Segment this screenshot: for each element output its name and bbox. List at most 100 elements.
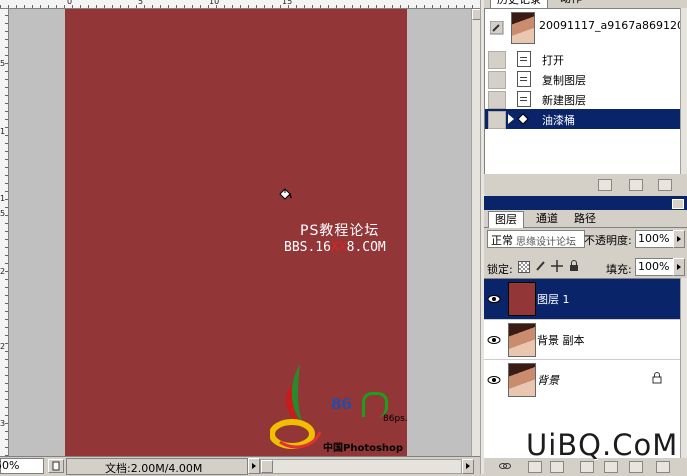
zoom-value: 50% (0, 459, 20, 472)
ruler-label: 2 (0, 342, 6, 351)
history-checkbox[interactable] (488, 91, 506, 109)
history-checkbox[interactable] (488, 51, 506, 69)
history-item[interactable]: 新建图层 (485, 89, 687, 109)
opacity-dropdown-button[interactable] (673, 230, 685, 248)
layer-row[interactable]: 背景 副本 (484, 319, 680, 360)
ruler-label: 15 (282, 0, 293, 6)
opacity-field[interactable]: 100% (635, 230, 674, 248)
history-item[interactable]: 打开 (485, 49, 687, 69)
history-brush-icon[interactable] (490, 21, 504, 35)
adjustment-layer-icon[interactable] (580, 461, 594, 473)
horizontal-ruler[interactable]: 0 5 10 15 (0, 0, 480, 9)
tab-layers[interactable]: 图层 (488, 211, 524, 228)
history-list: 20091117_a9167a869120... 打开 复制图层 新建图层 油漆… (484, 8, 687, 176)
layer-thumbnail (508, 363, 536, 397)
opacity-label: 不透明度: (584, 234, 632, 247)
tab-actions[interactable]: 动作 (554, 0, 588, 7)
layer-lock-icon (652, 372, 662, 384)
new-snapshot-icon[interactable] (629, 179, 643, 191)
history-footer (484, 174, 687, 194)
triangle-right-icon (677, 264, 681, 270)
lock-transparency-icon[interactable] (518, 261, 530, 273)
history-item-label: 新建图层 (542, 94, 586, 107)
horizontal-scrollbar[interactable] (260, 459, 462, 474)
ruler-label: 2 (0, 267, 6, 276)
lock-move-icon[interactable] (551, 260, 563, 272)
triangle-right-icon (252, 463, 256, 469)
history-snapshot-row[interactable]: 20091117_a9167a869120... (485, 9, 687, 45)
ruler-label: 1 (0, 127, 6, 136)
layer-row-selected[interactable]: 图层 1 (484, 279, 680, 319)
trash-icon[interactable] (656, 461, 670, 473)
tab-paths[interactable]: 路径 (568, 211, 602, 227)
layers-tabstrip: 图层 通道 路径 (484, 210, 687, 228)
layer-name: 背景 (537, 374, 559, 387)
fill-value: 100% (638, 260, 670, 273)
layers-scrollbar[interactable] (680, 278, 687, 458)
triangle-right-icon (466, 463, 470, 469)
history-item[interactable]: 复制图层 (485, 69, 687, 89)
lock-all-icon[interactable] (569, 260, 579, 272)
logo-site-text: 86ps.com (383, 414, 407, 424)
scroll-left-button[interactable] (261, 460, 273, 473)
ruler-label: 10 (209, 0, 220, 6)
layer-name: 图层 1 (537, 293, 570, 306)
watermark-title: PS教程论坛 (300, 223, 380, 239)
history-checkbox[interactable] (488, 71, 506, 89)
history-scrollbar[interactable] (680, 8, 687, 174)
history-state-icon (517, 71, 531, 87)
history-item-selected[interactable]: 油漆桶 (485, 109, 681, 129)
history-item-label: 复制图层 (542, 74, 586, 87)
site-watermark: UiBQ.CoM (526, 428, 679, 462)
new-layer-icon[interactable] (629, 461, 643, 473)
history-state-icon (517, 51, 531, 67)
layer-row[interactable]: 背景 (484, 359, 680, 400)
layer-mask-icon[interactable] (550, 461, 564, 473)
watermark-url: BBS.16XX8.COM (284, 240, 386, 255)
doc-info-field[interactable]: 文档:2.00M/4.00M (66, 458, 248, 475)
layer-thumbnail (508, 282, 536, 316)
blend-mode-value: 正常 (491, 234, 513, 247)
trash-icon[interactable] (658, 179, 672, 191)
link-layers-icon[interactable] (499, 461, 511, 471)
close-icon[interactable] (672, 199, 684, 209)
ruler-label: 5 (138, 0, 144, 6)
logo-caption: 中国Photoshop资源网 (323, 443, 404, 454)
ruler-label: 5 (0, 59, 6, 68)
lock-brush-icon[interactable] (535, 260, 547, 272)
fill-field[interactable]: 100% (635, 258, 674, 276)
new-group-icon[interactable] (604, 461, 618, 473)
status-arrow-button[interactable] (248, 458, 260, 474)
history-tabstrip: 历史记录 动作 (484, 0, 687, 9)
fill-dropdown-button[interactable] (673, 258, 685, 276)
eye-icon[interactable] (487, 333, 501, 347)
ruler-label: 1 (0, 194, 6, 203)
paint-bucket-cursor-icon (279, 188, 292, 200)
history-panel: 历史记录 动作 20091117_a9167a869120... 打开 复制图层… (484, 0, 687, 194)
vertical-ruler[interactable]: 5 1 1 5 2 2 3 (0, 9, 9, 456)
triangle-right-icon (677, 236, 681, 242)
status-bar: 50% 文档:2.00M/4.00M (0, 456, 480, 475)
history-checkbox[interactable] (488, 111, 506, 129)
eye-icon[interactable] (487, 373, 501, 387)
new-document-from-state-icon[interactable] (598, 179, 612, 191)
snapshot-name: 20091117_a9167a869120... (539, 19, 687, 32)
blend-mode-select[interactable]: 正常 思缘设计论坛 (487, 230, 585, 248)
zoom-field[interactable]: 50% (0, 458, 44, 474)
history-item-label: 打开 (542, 54, 564, 67)
tab-channels[interactable]: 通道 (530, 211, 564, 227)
layer-style-icon[interactable] (528, 461, 542, 473)
scroll-right-button[interactable] (462, 459, 474, 474)
history-item-label: 油漆桶 (542, 114, 575, 127)
ruler-label: 5 (0, 209, 6, 218)
lock-label: 锁定: (487, 263, 513, 276)
snapshot-thumbnail (511, 12, 535, 44)
status-menu-button[interactable] (48, 459, 64, 473)
eye-icon[interactable] (487, 292, 501, 306)
logo-number: 86 (331, 395, 352, 413)
layers-titlebar[interactable] (484, 196, 687, 210)
layer-name: 背景 副本 (537, 334, 585, 347)
paint-bucket-icon (517, 113, 529, 125)
history-state-arrow-icon (508, 114, 514, 124)
layer-thumbnail (508, 323, 536, 357)
